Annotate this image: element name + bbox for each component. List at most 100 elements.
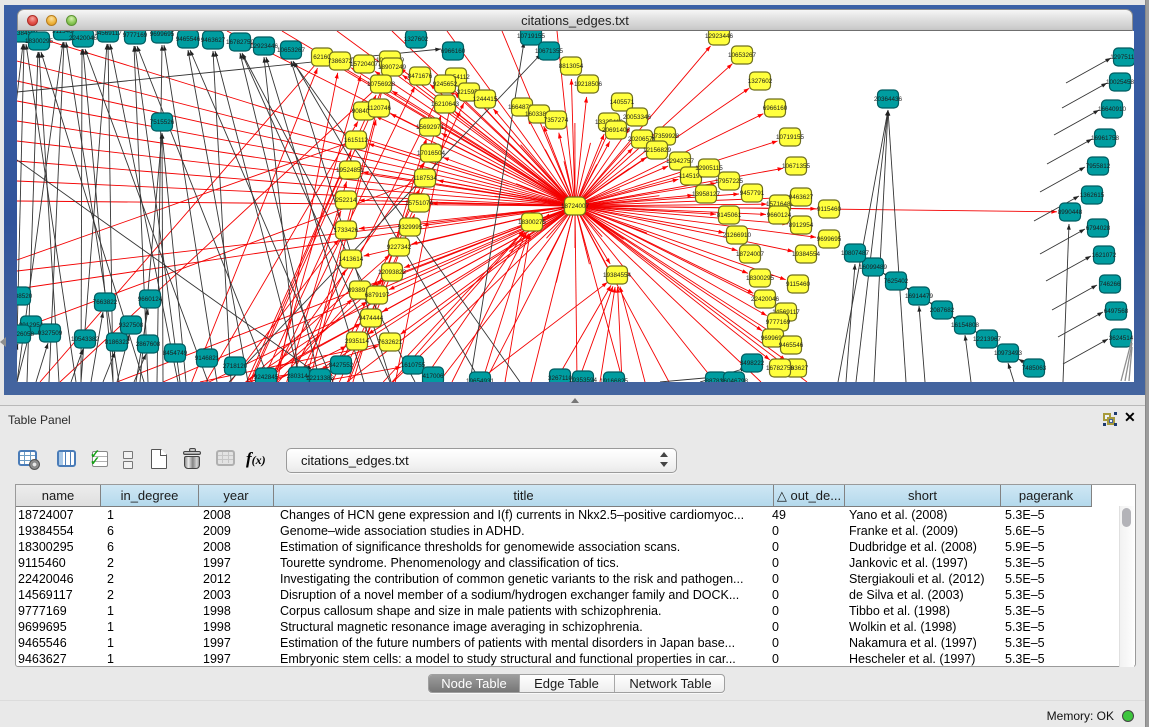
svg-text:8912954: 8912954 <box>789 222 814 229</box>
svg-text:1615112: 1615112 <box>344 137 369 144</box>
svg-text:7955812: 7955812 <box>1086 163 1111 170</box>
svg-text:18907249: 18907249 <box>378 64 407 71</box>
svg-text:20364436: 20364436 <box>874 96 903 103</box>
svg-text:3498222: 3498222 <box>740 360 765 367</box>
svg-text:6794028: 6794028 <box>1086 225 1111 232</box>
svg-text:17957225: 17957225 <box>715 178 744 185</box>
svg-text:1362615: 1362615 <box>1080 192 1105 199</box>
svg-text:1588520: 1588520 <box>17 293 33 300</box>
svg-text:10973493: 10973493 <box>994 350 1023 357</box>
svg-text:8145061: 8145061 <box>717 212 742 219</box>
svg-text:6879197: 6879197 <box>365 292 390 299</box>
svg-text:1413614: 1413614 <box>339 256 364 263</box>
svg-text:9465546: 9465546 <box>779 342 804 349</box>
svg-text:9699695: 9699695 <box>150 31 175 38</box>
svg-text:12923446: 12923446 <box>250 43 279 50</box>
svg-text:17016504: 17016504 <box>417 150 446 157</box>
svg-text:746266: 746266 <box>1099 281 1121 288</box>
svg-text:10025458: 10025458 <box>1106 79 1134 86</box>
svg-text:9699695: 9699695 <box>817 236 842 243</box>
svg-text:16046798: 16046798 <box>720 378 749 382</box>
svg-text:8186323: 8186323 <box>105 339 130 346</box>
svg-text:1610755: 1610755 <box>401 362 426 369</box>
svg-text:10653267: 10653267 <box>728 52 757 59</box>
svg-text:19353594: 19353594 <box>569 377 598 382</box>
svg-text:16210643: 16210643 <box>431 101 460 108</box>
svg-text:7663822: 7663822 <box>93 299 118 306</box>
svg-text:10719155: 10719155 <box>776 134 805 141</box>
svg-text:19384554: 19384554 <box>603 272 632 279</box>
svg-text:12905115: 12905115 <box>695 165 723 172</box>
svg-text:18724007: 18724007 <box>561 203 590 210</box>
svg-text:6966160: 6966160 <box>763 105 788 112</box>
svg-text:7632621: 7632621 <box>378 339 403 346</box>
svg-text:9329995: 9329995 <box>398 224 423 231</box>
svg-text:1405571: 1405571 <box>610 99 635 106</box>
svg-text:7625402: 7625402 <box>884 278 909 285</box>
svg-text:8471676: 8471676 <box>408 73 433 80</box>
svg-text:1733426: 1733426 <box>334 227 359 234</box>
svg-text:15751074: 15751074 <box>405 200 434 207</box>
svg-text:13958127: 13958127 <box>692 191 721 198</box>
svg-text:7485063: 7485063 <box>1022 365 1047 372</box>
svg-text:9463627: 9463627 <box>789 194 814 201</box>
svg-text:19654931: 19654931 <box>466 378 495 382</box>
svg-text:9465546: 9465546 <box>176 36 201 43</box>
svg-text:12156829: 12156829 <box>643 147 672 154</box>
svg-text:16640910: 16640910 <box>1098 106 1127 113</box>
svg-text:8427552: 8427552 <box>329 362 354 369</box>
svg-text:22420046: 22420046 <box>751 296 780 303</box>
svg-text:8454749: 8454749 <box>163 350 188 357</box>
svg-text:8813054: 8813054 <box>559 63 584 70</box>
svg-text:10719155: 10719155 <box>517 33 546 40</box>
svg-text:19384554: 19384554 <box>792 251 821 258</box>
svg-text:3624514: 3624514 <box>1109 335 1134 342</box>
svg-text:53226058: 53226058 <box>17 331 34 338</box>
svg-text:2935114: 2935114 <box>345 338 370 345</box>
svg-text:1327602: 1327602 <box>404 36 429 43</box>
svg-text:12093822: 12093822 <box>378 269 407 276</box>
svg-text:9777169: 9777169 <box>766 319 791 326</box>
svg-text:12975115: 12975115 <box>1110 54 1134 61</box>
svg-text:22420046: 22420046 <box>69 35 98 42</box>
svg-text:9777169: 9777169 <box>123 32 148 39</box>
svg-text:7357274: 7357274 <box>544 117 569 124</box>
svg-text:10671355: 10671355 <box>535 48 564 55</box>
svg-text:18300295: 18300295 <box>746 275 775 282</box>
svg-text:252214: 252214 <box>335 197 357 204</box>
svg-text:1187534: 1187534 <box>413 175 438 182</box>
svg-text:12923446: 12923446 <box>705 33 734 40</box>
svg-text:1120746: 1120746 <box>367 105 392 112</box>
svg-text:6966160: 6966160 <box>441 48 466 55</box>
svg-text:10671355: 10671355 <box>782 163 811 170</box>
svg-text:20691406: 20691406 <box>602 127 631 134</box>
svg-text:15720407: 15720407 <box>350 61 379 68</box>
svg-text:9474444: 9474444 <box>359 315 384 322</box>
svg-text:21266910: 21266910 <box>723 232 752 239</box>
svg-text:16782759: 16782759 <box>766 365 795 372</box>
svg-text:10543382: 10543382 <box>71 336 100 343</box>
svg-text:1327602: 1327602 <box>748 78 773 85</box>
svg-text:15692971: 15692971 <box>416 124 445 131</box>
svg-text:2867608: 2867608 <box>136 341 161 348</box>
svg-text:18300295: 18300295 <box>25 38 54 45</box>
svg-text:9115460: 9115460 <box>817 206 842 213</box>
svg-text:17359928: 17359928 <box>651 133 680 140</box>
svg-text:9327509: 9327509 <box>38 330 63 337</box>
svg-text:9660124: 9660124 <box>767 212 792 219</box>
svg-text:9245652: 9245652 <box>433 81 458 88</box>
svg-text:18724007: 18724007 <box>736 251 765 258</box>
svg-text:9146821: 9146821 <box>195 355 220 362</box>
svg-text:10756928: 10756928 <box>367 81 396 88</box>
svg-text:12213383: 12213383 <box>306 375 335 382</box>
svg-text:18300275: 18300275 <box>518 219 547 226</box>
svg-text:16914479: 16914479 <box>905 293 934 300</box>
svg-text:19166825: 19166825 <box>600 378 629 382</box>
svg-text:12213967: 12213967 <box>973 336 1002 343</box>
svg-text:417006: 417006 <box>422 373 444 380</box>
svg-text:9457791: 9457791 <box>740 190 765 197</box>
svg-text:9327508: 9327508 <box>119 322 144 329</box>
svg-text:1244415: 1244415 <box>473 96 498 103</box>
svg-text:9463627: 9463627 <box>201 37 226 44</box>
svg-text:6497568: 6497568 <box>1104 308 1129 315</box>
